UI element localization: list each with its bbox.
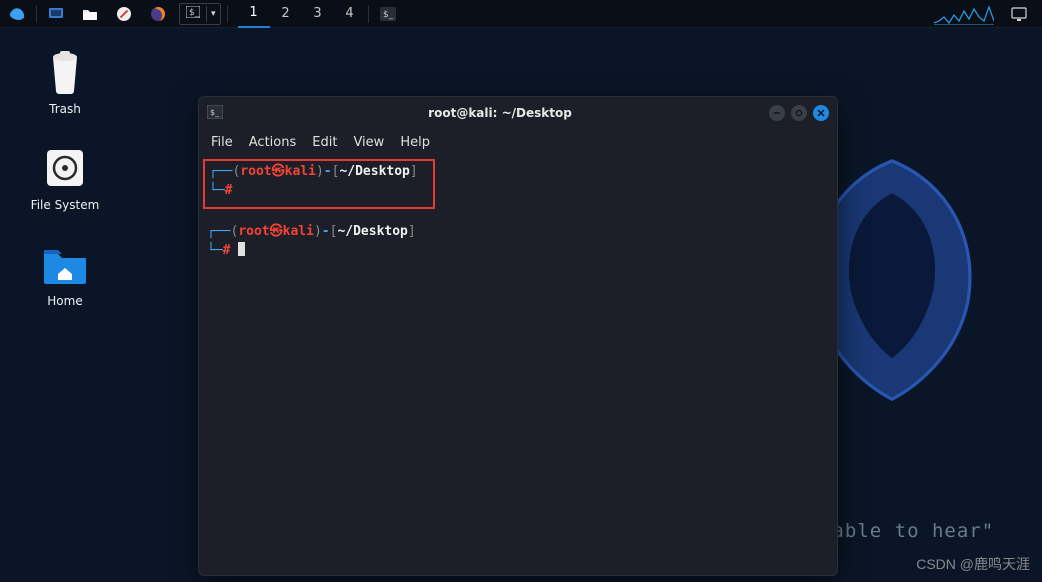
terminal-icon: $_ bbox=[377, 3, 399, 25]
watermark: CSDN @鹿鸣天涯 bbox=[916, 554, 1030, 574]
chevron-down-icon[interactable]: ▾ bbox=[207, 9, 220, 19]
svg-text:$_: $_ bbox=[189, 8, 200, 18]
drive-icon bbox=[41, 144, 89, 192]
trash-icon bbox=[41, 48, 89, 96]
close-button[interactable] bbox=[813, 105, 829, 121]
svg-text:$_: $_ bbox=[210, 108, 220, 117]
panel-separator bbox=[368, 5, 369, 23]
firefox-launcher[interactable] bbox=[141, 0, 175, 28]
prompt-line: ┌──(root㉿kali)-[~/Desktop] └─# bbox=[207, 223, 829, 261]
terminal-icon: $_ bbox=[207, 105, 223, 121]
terminal-menubar: File Actions Edit View Help bbox=[199, 129, 837, 155]
prompt-path: ~/Desktop bbox=[339, 164, 409, 179]
desktop-icon-filesystem[interactable]: File System bbox=[30, 144, 100, 212]
terminal-icon: $_ bbox=[180, 6, 207, 22]
menu-edit[interactable]: Edit bbox=[312, 135, 337, 150]
workspace-switcher: 1 2 3 4 bbox=[238, 0, 366, 28]
monitor-icon bbox=[1008, 3, 1030, 25]
noscript-launcher[interactable] bbox=[107, 0, 141, 28]
workspace-1[interactable]: 1 bbox=[238, 0, 270, 28]
window-titlebar[interactable]: $_ root@kali: ~/Desktop bbox=[199, 97, 837, 129]
kali-menu-button[interactable] bbox=[0, 0, 34, 28]
workspace-3[interactable]: 3 bbox=[302, 0, 334, 28]
terminal-launcher[interactable]: $_ ▾ bbox=[179, 3, 221, 25]
terminal-body[interactable]: ┌──(root㉿kali)-[~/Desktop] └─# ┌──(root㉿… bbox=[199, 155, 837, 575]
menu-help[interactable]: Help bbox=[400, 135, 430, 150]
desktop-icon-label: File System bbox=[31, 198, 100, 212]
panel-separator bbox=[36, 5, 37, 23]
top-panel: $_ ▾ 1 2 3 4 $_ bbox=[0, 0, 1042, 28]
maximize-button[interactable] bbox=[791, 105, 807, 121]
file-manager-launcher[interactable] bbox=[73, 0, 107, 28]
firefox-icon bbox=[147, 3, 169, 25]
workspace-4[interactable]: 4 bbox=[334, 0, 366, 28]
network-monitor-graph[interactable] bbox=[934, 3, 994, 25]
prompt-path: ~/Desktop bbox=[337, 224, 407, 239]
desktop-icon-trash[interactable]: Trash bbox=[30, 48, 100, 116]
annotation-highlight: ┌──(root㉿kali)-[~/Desktop] └─# bbox=[203, 159, 435, 209]
window-title: root@kali: ~/Desktop bbox=[231, 106, 769, 120]
minimize-button[interactable] bbox=[769, 105, 785, 121]
terminal-cursor bbox=[238, 242, 245, 256]
desktop-icon-home[interactable]: Home bbox=[30, 240, 100, 308]
panel-separator bbox=[227, 5, 228, 23]
svg-text:$_: $_ bbox=[383, 10, 394, 20]
desktop-icon-label: Trash bbox=[49, 102, 81, 116]
taskbar-terminal-entry[interactable]: $_ bbox=[371, 0, 405, 28]
desktop-icons: Trash File System Home bbox=[30, 48, 100, 308]
show-desktop-button[interactable] bbox=[39, 0, 73, 28]
home-folder-icon bbox=[41, 240, 89, 288]
noscript-icon bbox=[113, 3, 135, 25]
menu-view[interactable]: View bbox=[353, 135, 384, 150]
prompt-line: ┌──(root㉿kali)-[~/Desktop] └─# bbox=[209, 163, 429, 201]
desktop-icon bbox=[45, 3, 67, 25]
tray-display-icon[interactable] bbox=[1002, 0, 1036, 28]
desktop-icon-label: Home bbox=[47, 294, 82, 308]
menu-file[interactable]: File bbox=[211, 135, 233, 150]
workspace-2[interactable]: 2 bbox=[270, 0, 302, 28]
kali-logo-icon bbox=[6, 3, 28, 25]
menu-actions[interactable]: Actions bbox=[249, 135, 297, 150]
terminal-window: $_ root@kali: ~/Desktop File Actions Edi… bbox=[198, 96, 838, 576]
folder-icon bbox=[79, 3, 101, 25]
